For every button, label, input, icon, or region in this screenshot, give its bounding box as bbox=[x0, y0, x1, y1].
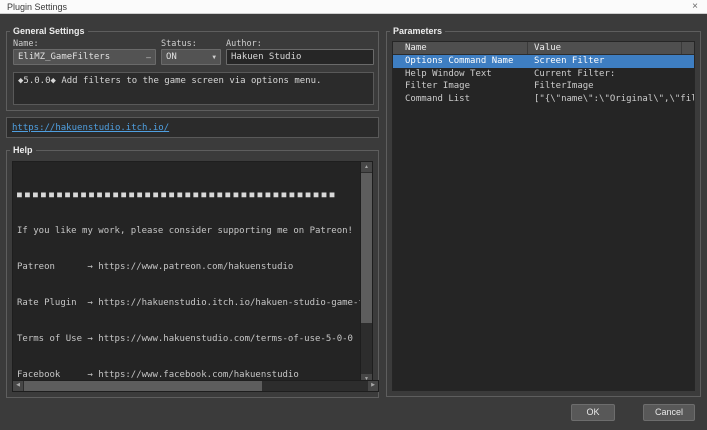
status-value: ON bbox=[166, 52, 177, 62]
parameters-title: Parameters bbox=[390, 26, 446, 36]
help-group: Help ■■■■■■■■■■■■■■■■■■■■■■■■■■■■■■■■■■■… bbox=[6, 145, 379, 398]
general-settings-title: General Settings bbox=[10, 26, 88, 36]
close-icon[interactable]: × bbox=[689, 1, 701, 13]
plugin-url-box: https://hakuenstudio.itch.io/ bbox=[6, 117, 379, 138]
parameter-name: Command List bbox=[405, 93, 471, 104]
scroll-left-icon[interactable]: ◀ bbox=[13, 381, 23, 391]
help-vertical-scrollbar[interactable]: ▲ ▼ bbox=[360, 161, 373, 385]
plugin-url-link[interactable]: https://hakuenstudio.itch.io/ bbox=[12, 123, 169, 133]
help-title: Help bbox=[10, 145, 36, 155]
name-label: Name: bbox=[13, 39, 39, 49]
scroll-up-icon[interactable]: ▲ bbox=[361, 162, 372, 172]
help-line: ■■■■■■■■■■■■■■■■■■■■■■■■■■■■■■■■■■■■■■■■ bbox=[17, 190, 338, 199]
author-label: Author: bbox=[226, 39, 262, 49]
column-header-name: Name bbox=[393, 42, 528, 54]
parameter-value: Screen Filter bbox=[534, 56, 605, 66]
parameter-name: Help Window Text bbox=[405, 68, 492, 79]
help-horizontal-scrollbar[interactable]: ◀ ▶ bbox=[12, 380, 379, 392]
parameters-table-empty-area bbox=[393, 105, 694, 390]
help-text-viewport: ■■■■■■■■■■■■■■■■■■■■■■■■■■■■■■■■■■■■■■■■… bbox=[12, 161, 361, 385]
name-combo-indicator: — bbox=[146, 52, 151, 62]
parameter-name: Options Command Name bbox=[405, 56, 514, 66]
parameter-value: Current Filter: bbox=[534, 68, 616, 79]
parameter-row-filter-image[interactable]: Filter Image FilterImage bbox=[393, 80, 694, 93]
parameter-row-help-window-text[interactable]: Help Window Text Current Filter: bbox=[393, 68, 694, 81]
plugin-settings-dialog: { "window": { "title": "Plugin Settings"… bbox=[0, 0, 707, 430]
help-line: Patreon → https://www.patreon.com/hakuen… bbox=[17, 262, 294, 272]
help-line: Terms of Use → https://www.hakuenstudio.… bbox=[17, 334, 353, 344]
horizontal-scrollbar-thumb[interactable] bbox=[24, 381, 262, 391]
parameter-row-command-list[interactable]: Command List ["{\"name\":\"Original\",\"… bbox=[393, 93, 694, 106]
ok-button[interactable]: OK bbox=[571, 404, 615, 421]
column-header-gutter bbox=[682, 42, 694, 54]
scroll-right-icon[interactable]: ▶ bbox=[368, 381, 378, 391]
chevron-down-icon: ▼ bbox=[212, 53, 216, 61]
parameters-table-header: Name Value bbox=[393, 42, 694, 55]
titlebar: Plugin Settings × bbox=[0, 0, 707, 14]
cancel-button[interactable]: Cancel bbox=[643, 404, 695, 421]
parameter-value: FilterImage bbox=[534, 81, 594, 91]
vertical-scrollbar-thumb[interactable] bbox=[361, 173, 372, 323]
general-settings-group: General Settings Name: Status: Author: E… bbox=[6, 26, 379, 111]
column-header-value: Value bbox=[528, 42, 682, 54]
window-title: Plugin Settings bbox=[7, 1, 68, 12]
help-line: Rate Plugin → https://hakuenstudio.itch.… bbox=[17, 298, 360, 308]
parameter-row-options-command-name[interactable]: Options Command Name Screen Filter bbox=[393, 55, 694, 68]
status-combo[interactable]: ON ▼ bbox=[161, 49, 221, 65]
author-field[interactable]: Hakuen Studio bbox=[226, 49, 374, 65]
parameter-value: ["{\"name\":\"Original\",\"filte-- bbox=[534, 93, 694, 104]
plugin-name-combo[interactable]: EliMZ_GameFilters — bbox=[13, 49, 156, 65]
plugin-name-value: EliMZ_GameFilters bbox=[18, 52, 111, 62]
parameters-table: Name Value Options Command Name Screen F… bbox=[392, 41, 695, 391]
help-line: If you like my work, please consider sup… bbox=[17, 226, 353, 236]
parameter-name: Filter Image bbox=[405, 81, 471, 91]
plugin-description: ◆5.0.0◆ Add filters to the game screen v… bbox=[13, 72, 374, 105]
parameters-group: Parameters Name Value Options Command Na… bbox=[386, 26, 701, 397]
help-text: ■■■■■■■■■■■■■■■■■■■■■■■■■■■■■■■■■■■■■■■■… bbox=[13, 162, 360, 384]
author-value: Hakuen Studio bbox=[231, 52, 302, 62]
status-label: Status: bbox=[161, 39, 197, 49]
